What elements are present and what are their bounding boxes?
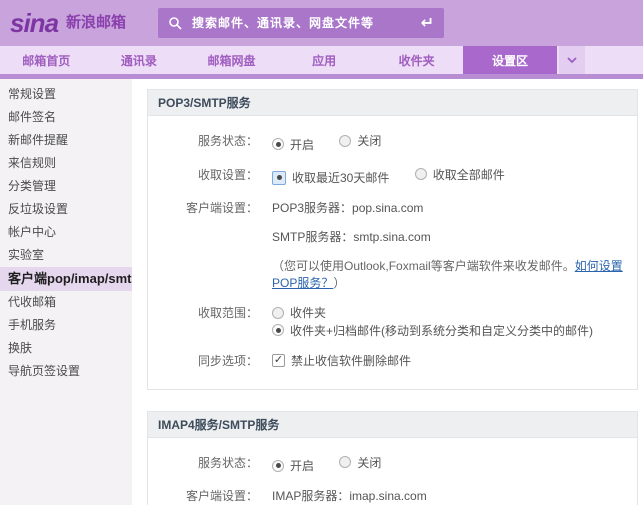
tab-inbox[interactable]: 收件夹 xyxy=(370,46,463,74)
scope-inbox-archive-label: 收件夹+归档邮件(移动到系统分类和自定义分类中的邮件) xyxy=(290,322,593,339)
nav-tabs: 邮箱首页 通讯录 邮箱网盘 应用 收件夹 xyxy=(0,46,463,74)
radio-selected-focused-icon[interactable] xyxy=(272,171,286,185)
fetch-all-mail-label: 收取全部邮件 xyxy=(433,166,505,183)
sidebar-item-collected-mail[interactable]: 代收邮箱 xyxy=(0,291,132,314)
settings-sidebar: 常规设置 邮件签名 新邮件提醒 来信规则 分类管理 反垃圾设置 帐户中心 实验室… xyxy=(0,79,132,505)
pop3-service-status-row: 服务状态： 开启 关闭 xyxy=(148,132,629,153)
radio-unselected-icon[interactable] xyxy=(415,168,427,180)
chevron-down-icon xyxy=(567,51,577,69)
sidebar-item-new-mail-alert[interactable]: 新邮件提醒 xyxy=(0,129,132,152)
imap4-status-on-label: 开启 xyxy=(290,457,314,474)
radio-selected-icon[interactable] xyxy=(272,138,284,150)
radio-unselected-icon[interactable] xyxy=(339,456,351,468)
sidebar-item-account-center[interactable]: 帐户中心 xyxy=(0,221,132,244)
pop3-fetch-setting-row: 收取设置： 收取最近30天邮件 收取全部邮件 xyxy=(148,166,629,187)
forbid-delete-label: 禁止收信软件删除邮件 xyxy=(291,352,411,369)
pop3-note-close: ） xyxy=(333,276,345,290)
sidebar-item-lab[interactable]: 实验室 xyxy=(0,244,132,267)
tab-settings[interactable]: 设置区 xyxy=(463,46,557,74)
fetch-last-30-days-option[interactable]: 收取最近30天邮件 xyxy=(272,169,389,186)
fetch-scope-label: 收取范围： xyxy=(148,304,258,339)
pop3-status-on-option[interactable]: 开启 xyxy=(272,136,314,153)
radio-selected-icon[interactable] xyxy=(272,460,284,472)
pop3-note-text: （您可以使用Outlook,Foxmail等客户端软件来收发邮件。 xyxy=(272,259,575,273)
pop3-smtp-panel: POP3/SMTP服务 服务状态： 开启 关闭 xyxy=(147,89,638,390)
imap4-client-setting-row: 客户端设置： IMAP服务器：imap.sina.com SMTP服务器：smt… xyxy=(148,487,629,505)
client-setting-label: 客户端设置： xyxy=(148,487,258,505)
sidebar-item-client-pop-imap-smtp[interactable]: 客户端pop/imap/smtp xyxy=(0,267,132,291)
tab-apps[interactable]: 应用 xyxy=(278,46,371,74)
imap4-status-off-label: 关闭 xyxy=(357,454,381,471)
service-status-label: 服务状态： xyxy=(148,454,258,475)
tab-mail-home[interactable]: 邮箱首页 xyxy=(0,46,93,74)
tab-mail-disk[interactable]: 邮箱网盘 xyxy=(185,46,278,74)
imap-server-address: IMAP服务器：imap.sina.com xyxy=(272,487,629,504)
sina-logo[interactable]: sina 新浪邮箱 xyxy=(10,11,126,35)
imap4-panel-title: IMAP4服务/SMTP服务 xyxy=(148,412,637,438)
forbid-delete-checkbox-option[interactable]: ✓ 禁止收信软件删除邮件 xyxy=(272,352,411,369)
brand-name: 新浪邮箱 xyxy=(66,11,126,32)
header: sina 新浪邮箱 ↵ xyxy=(0,0,643,46)
fetch-all-mail-option[interactable]: 收取全部邮件 xyxy=(415,166,505,183)
search-box[interactable]: ↵ xyxy=(158,8,444,38)
search-enter-icon[interactable]: ↵ xyxy=(421,13,434,33)
client-setting-label: 客户端设置： xyxy=(148,199,258,291)
sync-option-label: 同步选项： xyxy=(148,352,258,369)
tab-dropdown-button[interactable] xyxy=(559,46,585,74)
imap4-status-on-option[interactable]: 开启 xyxy=(272,457,314,474)
main-content: POP3/SMTP服务 服务状态： 开启 关闭 xyxy=(132,79,643,505)
imap4-status-off-option[interactable]: 关闭 xyxy=(339,454,381,471)
fetch-setting-label: 收取设置： xyxy=(148,166,258,187)
pop3-sync-option-row: 同步选项： ✓ 禁止收信软件删除邮件 xyxy=(148,352,629,369)
sidebar-item-signature[interactable]: 邮件签名 xyxy=(0,106,132,129)
sina-mail-settings-window: sina 新浪邮箱 ↵ 邮箱首页 通讯录 邮箱网盘 应用 收件夹 设置区 xyxy=(0,0,643,505)
search-input[interactable] xyxy=(192,16,415,30)
pop3-status-off-option[interactable]: 关闭 xyxy=(339,132,381,149)
sidebar-item-general[interactable]: 常规设置 xyxy=(0,83,132,106)
search-icon xyxy=(168,16,182,30)
sidebar-item-incoming-rules[interactable]: 来信规则 xyxy=(0,152,132,175)
smtp-server-address: SMTP服务器：smtp.sina.com xyxy=(272,228,629,245)
checkbox-checked-icon[interactable]: ✓ xyxy=(272,354,285,367)
scope-inbox-archive-option[interactable]: 收件夹+归档邮件(移动到系统分类和自定义分类中的邮件) xyxy=(272,322,593,339)
pop3-client-note: （您可以使用Outlook,Foxmail等客户端软件来收发邮件。如何设置POP… xyxy=(272,257,629,291)
pop3-panel-body: 服务状态： 开启 关闭 收 xyxy=(148,116,637,389)
imap4-smtp-panel: IMAP4服务/SMTP服务 服务状态： 开启 关闭 xyxy=(147,411,638,505)
body: 常规设置 邮件签名 新邮件提醒 来信规则 分类管理 反垃圾设置 帐户中心 实验室… xyxy=(0,79,643,505)
pop3-fetch-scope-row: 收取范围： 收件夹 收件夹+归档邮件(移动到系统分类和自定义分类中的邮件) xyxy=(148,304,629,339)
fetch-last-30-days-label: 收取最近30天邮件 xyxy=(292,169,389,186)
sidebar-item-mobile-service[interactable]: 手机服务 xyxy=(0,314,132,337)
radio-unselected-icon[interactable] xyxy=(272,307,284,319)
sidebar-item-nav-tab-settings[interactable]: 导航页签设置 xyxy=(0,360,132,383)
pop3-status-on-label: 开启 xyxy=(290,136,314,153)
service-status-label: 服务状态： xyxy=(148,132,258,153)
radio-selected-icon[interactable] xyxy=(272,324,284,336)
sidebar-item-skin[interactable]: 换肤 xyxy=(0,337,132,360)
imap4-service-status-row: 服务状态： 开启 关闭 xyxy=(148,454,629,475)
sina-logo-text: sina xyxy=(10,11,58,35)
radio-unselected-icon[interactable] xyxy=(339,135,351,147)
tab-contacts[interactable]: 通讯录 xyxy=(93,46,186,74)
sidebar-item-antispam[interactable]: 反垃圾设置 xyxy=(0,198,132,221)
nav-tabbar: 邮箱首页 通讯录 邮箱网盘 应用 收件夹 设置区 xyxy=(0,46,643,74)
pop3-server-address: POP3服务器：pop.sina.com xyxy=(272,199,629,216)
scope-inbox-label: 收件夹 xyxy=(290,304,326,321)
pop3-panel-title: POP3/SMTP服务 xyxy=(148,90,637,116)
sidebar-item-category[interactable]: 分类管理 xyxy=(0,175,132,198)
pop3-status-off-label: 关闭 xyxy=(357,132,381,149)
imap4-panel-body: 服务状态： 开启 关闭 客 xyxy=(148,438,637,505)
scope-inbox-option[interactable]: 收件夹 xyxy=(272,304,326,321)
pop3-client-setting-row: 客户端设置： POP3服务器：pop.sina.com SMTP服务器：smtp… xyxy=(148,199,629,291)
